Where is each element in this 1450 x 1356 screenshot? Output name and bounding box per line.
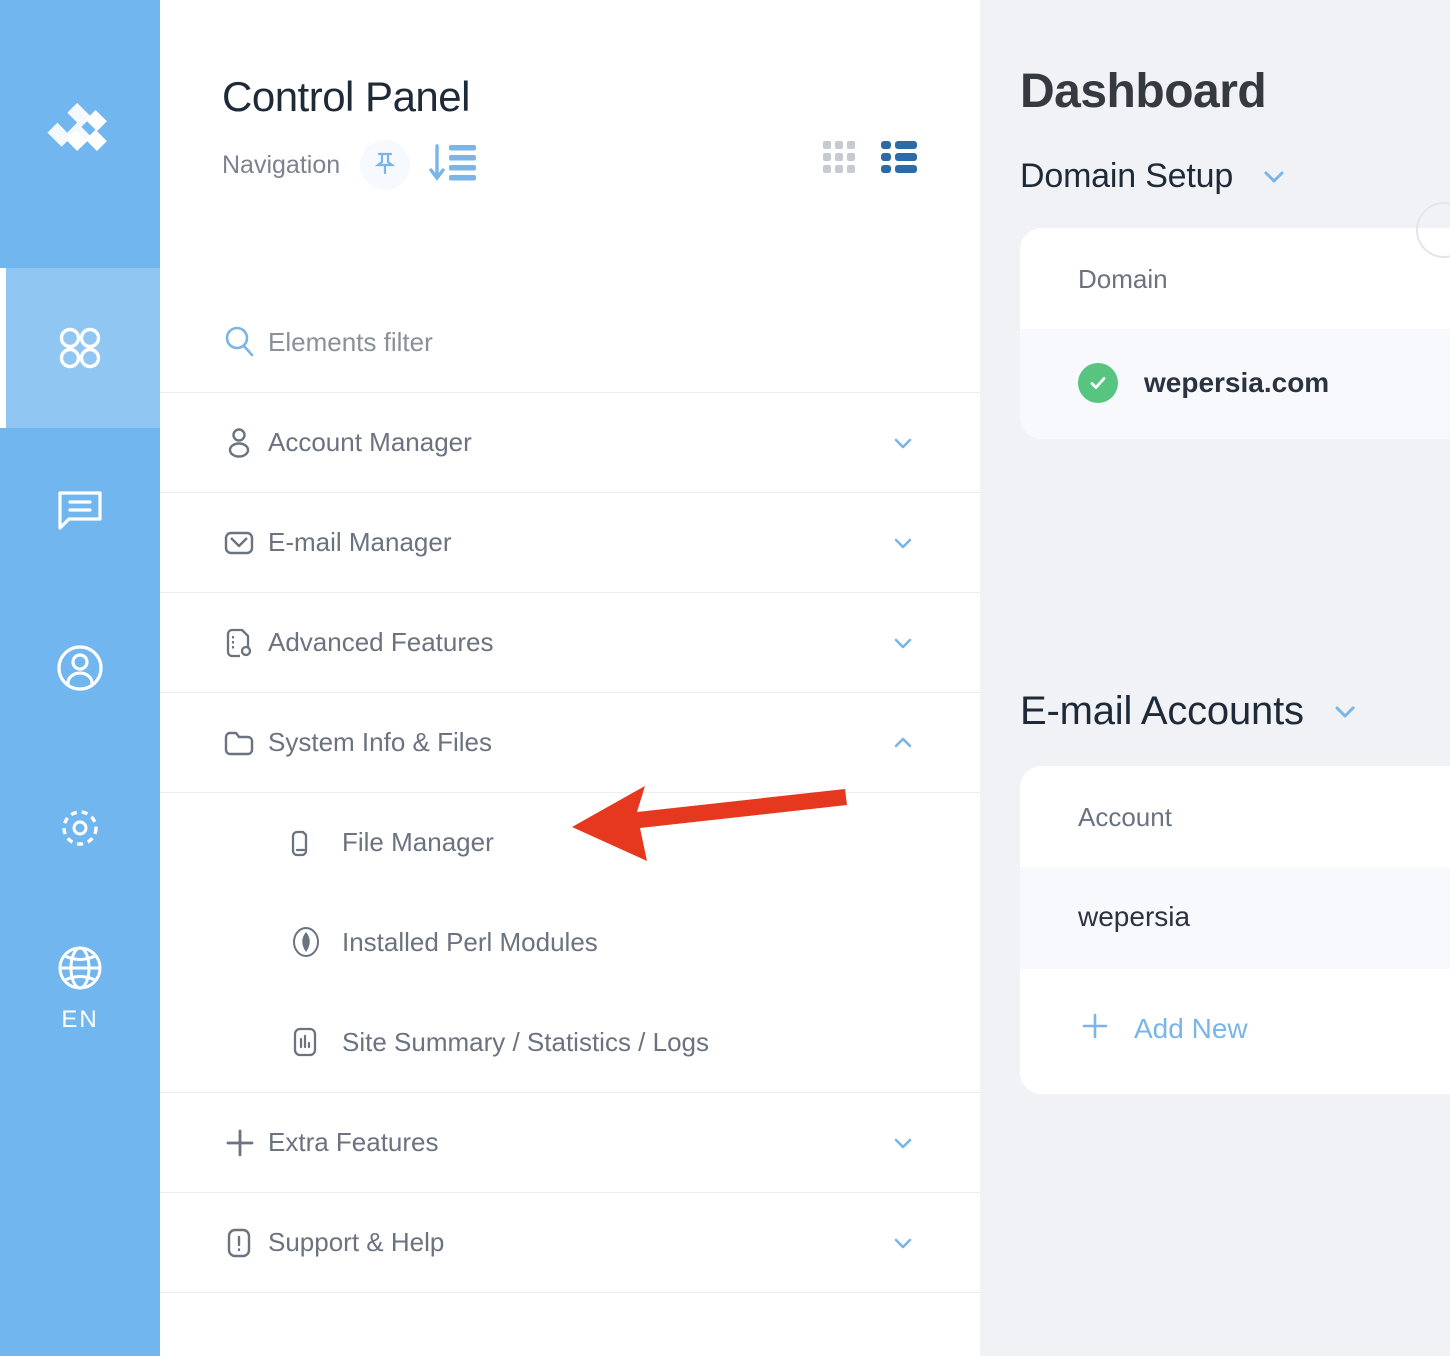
menu-item-label: Installed Perl Modules <box>342 926 598 957</box>
user-icon <box>222 426 268 460</box>
dashboard-panel: Dashboard Domain Setup Domain wepersia.c… <box>980 0 1450 1356</box>
grid-view-toggle[interactable] <box>822 140 856 179</box>
dashboard-title: Dashboard <box>1020 65 1267 118</box>
rail-language-label: EN <box>61 1006 99 1033</box>
plus-icon <box>222 1125 268 1161</box>
chevron-down-icon[interactable] <box>888 628 918 658</box>
menu-item-label: Extra Features <box>268 1127 439 1158</box>
domain-name: wepersia.com <box>1144 367 1330 398</box>
menu-item-account-manager[interactable]: Account Manager <box>160 392 980 492</box>
menu-item-label: Account Manager <box>268 427 472 458</box>
menu-item-label: Site Summary / Statistics / Logs <box>342 1026 710 1057</box>
account-card-header: Account <box>1020 766 1450 867</box>
menu-item-support-help[interactable]: Support & Help <box>160 1192 980 1292</box>
account-name: wepersia <box>1078 901 1191 932</box>
menu-item-system-info-files[interactable]: System Info & Files <box>160 692 980 792</box>
menu-item-installed-perl-modules[interactable]: Installed Perl Modules <box>160 892 980 992</box>
chevron-down-icon[interactable] <box>888 1128 918 1158</box>
view-toggle-group <box>822 140 918 179</box>
menu-item-extra-features[interactable]: Extra Features <box>160 1092 980 1192</box>
bar-chart-icon <box>288 1025 342 1059</box>
sort-button[interactable] <box>428 141 478 190</box>
icon-rail: EN <box>0 0 160 1356</box>
domain-card: Domain wepersia.com <box>1020 228 1450 439</box>
sort-descending-icon <box>428 141 478 190</box>
menu-item-file-manager[interactable]: File Manager <box>160 792 980 892</box>
document-gear-icon <box>222 626 268 660</box>
page-title: Control Panel <box>222 73 470 120</box>
chevron-down-icon[interactable] <box>1328 695 1362 729</box>
section-domain-setup-header[interactable]: Domain Setup <box>980 157 1450 196</box>
pin-icon <box>372 150 398 181</box>
chevron-down-icon[interactable] <box>888 428 918 458</box>
menu-item-label: File Manager <box>342 827 494 858</box>
folder-file-icon <box>288 826 342 860</box>
user-circle-icon <box>53 641 107 695</box>
control-panel-screen: EN Control Panel Navigation Elements fil… <box>0 0 1450 1356</box>
exclamation-box-icon <box>222 1226 268 1260</box>
globe-icon <box>54 942 106 994</box>
list-view-icon <box>880 141 918 178</box>
navigation-menu: Elements filter Account Manager E-mail M… <box>160 292 980 1294</box>
menu-item-advanced-features[interactable]: Advanced Features <box>160 592 980 692</box>
envelope-icon <box>222 526 268 560</box>
navigation-subtitle: Navigation <box>222 150 341 179</box>
menu-item-label: E-mail Manager <box>268 527 452 558</box>
menu-item-label: Advanced Features <box>268 627 494 658</box>
chevron-down-icon[interactable] <box>888 1228 918 1258</box>
apps-grid-icon <box>52 320 108 376</box>
chat-bubble-icon <box>53 481 107 535</box>
pin-button[interactable] <box>360 140 411 191</box>
rail-item-settings[interactable] <box>0 748 160 908</box>
domain-card-header: Domain <box>1020 228 1450 329</box>
email-accounts-card: Account wepersia Add New <box>1020 766 1450 1094</box>
section-email-accounts-header[interactable]: E-mail Accounts <box>980 689 1450 734</box>
chevron-down-icon[interactable] <box>888 528 918 558</box>
domain-row[interactable]: wepersia.com <box>1020 329 1450 439</box>
rail-item-messages[interactable] <box>0 428 160 588</box>
list-view-toggle[interactable] <box>880 140 918 179</box>
grid-view-icon <box>822 141 856 178</box>
section-title: E-mail Accounts <box>1020 689 1304 733</box>
section-title: Domain Setup <box>1020 157 1234 195</box>
plus-icon <box>1078 1009 1112 1048</box>
navigation-panel: Control Panel Navigation Elements filter… <box>160 0 980 1356</box>
add-new-label: Add New <box>1134 1012 1248 1044</box>
chevron-down-icon[interactable] <box>1257 160 1291 194</box>
chevrons-logo[interactable] <box>0 0 160 268</box>
check-circle-icon <box>1078 363 1118 403</box>
folder-icon <box>222 726 268 760</box>
menu-item-label: Support & Help <box>268 1227 445 1258</box>
menu-item-site-summary[interactable]: Site Summary / Statistics / Logs <box>160 992 980 1092</box>
menu-item-email-manager[interactable]: E-mail Manager <box>160 492 980 592</box>
add-new-account-button[interactable]: Add New <box>1020 969 1450 1094</box>
settings-gear-icon <box>52 800 108 856</box>
search-icon <box>222 324 268 360</box>
account-row[interactable]: wepersia <box>1020 867 1450 969</box>
search-input[interactable]: Elements filter <box>268 327 918 358</box>
chevron-up-icon[interactable] <box>888 728 918 758</box>
rail-item-language[interactable]: EN <box>0 908 160 1068</box>
perl-onion-icon <box>288 924 342 960</box>
rail-item-account[interactable] <box>0 588 160 748</box>
menu-item-label: System Info & Files <box>268 727 492 758</box>
rail-item-apps[interactable] <box>0 268 160 428</box>
menu-bottom-divider <box>160 1292 980 1294</box>
elements-filter-row[interactable]: Elements filter <box>160 292 980 392</box>
